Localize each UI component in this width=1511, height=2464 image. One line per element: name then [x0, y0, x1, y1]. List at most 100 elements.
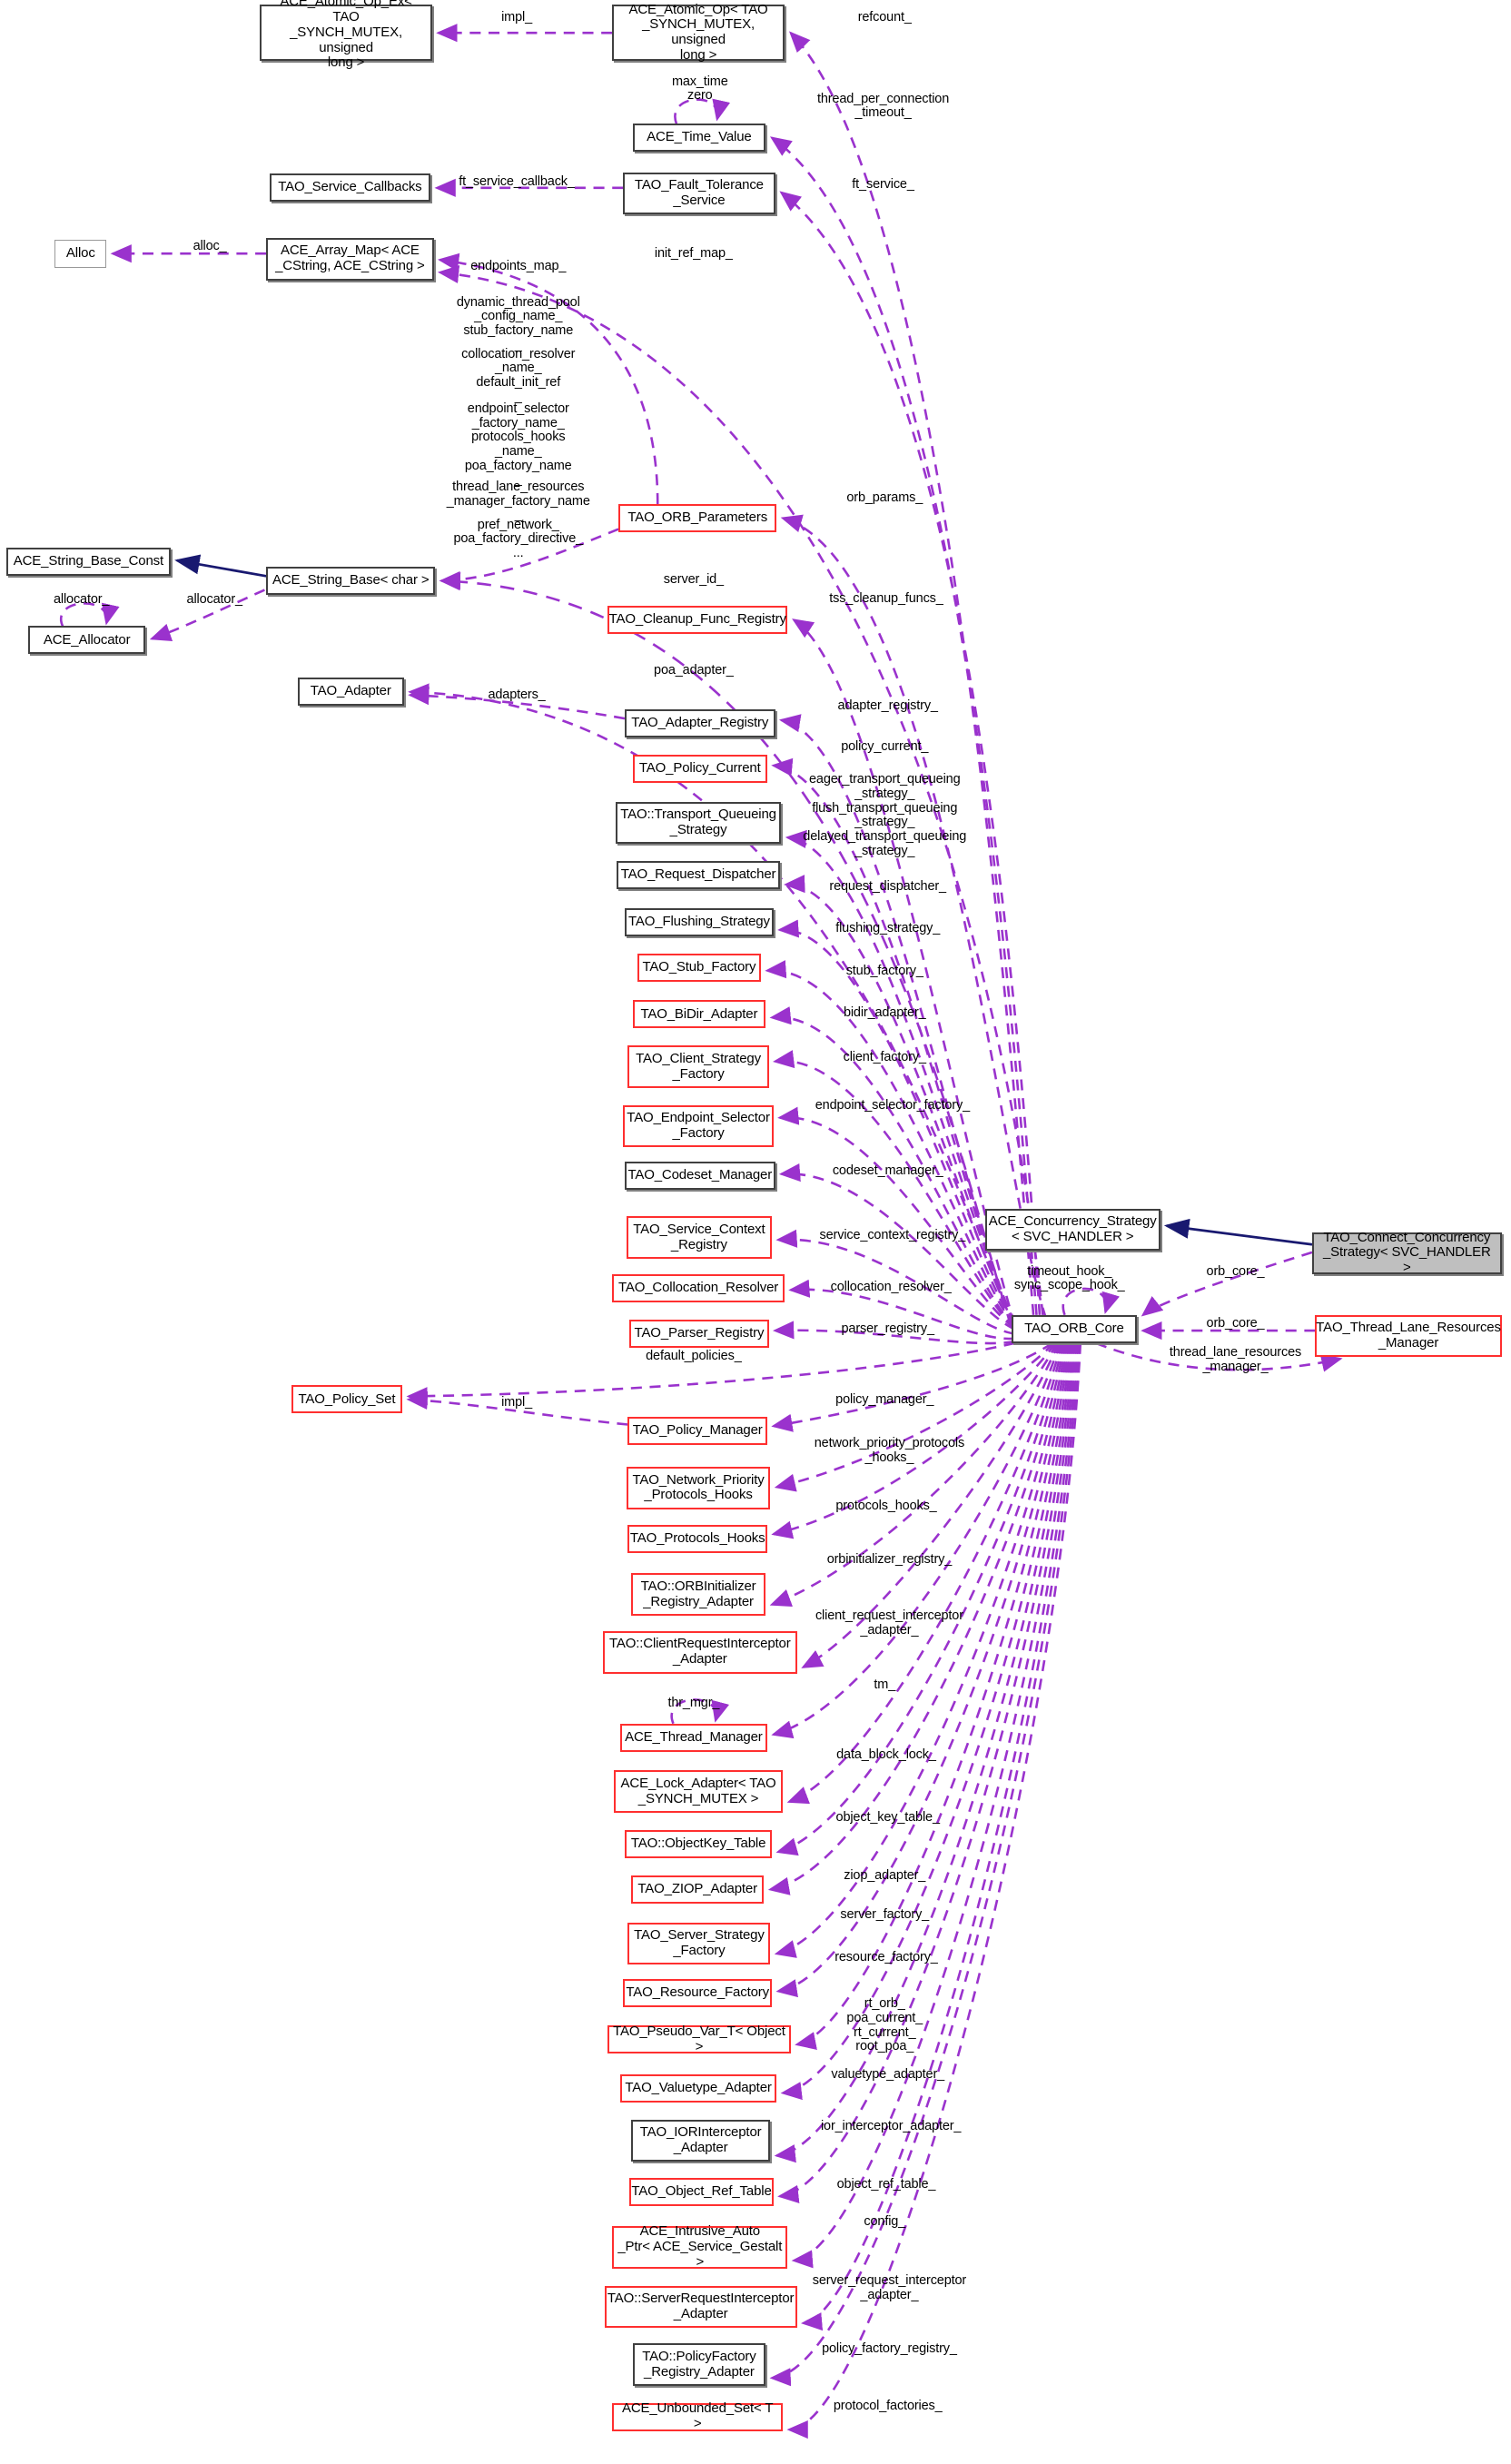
edge-label: pref_network_ poa_factory_directive_ ...: [453, 517, 584, 560]
edge-label: alloc_: [193, 238, 227, 253]
class-node[interactable]: ACE_Time_Value: [632, 124, 766, 153]
edge-label: eager_transport_queueing _strategy_ flus…: [803, 772, 967, 858]
class-node[interactable]: Alloc: [54, 239, 107, 268]
class-node[interactable]: TAO_Endpoint_Selector _Factory: [623, 1104, 774, 1148]
class-node[interactable]: ACE_String_Base< char >: [266, 566, 436, 595]
class-node[interactable]: TAO_Codeset_Manager: [625, 1161, 775, 1190]
edge-label: refcount_: [857, 10, 912, 25]
edge-label: ft_service_: [852, 177, 914, 193]
class-node[interactable]: TAO_Flushing_Strategy: [625, 907, 774, 936]
edge-label: max_time zero: [671, 74, 728, 104]
edge-label: tss_cleanup_funcs_: [829, 590, 943, 606]
class-node[interactable]: TAO_Fault_Tolerance _Service: [623, 172, 775, 215]
class-node[interactable]: TAO_ORB_Core: [1011, 1314, 1137, 1343]
edge-label: policy_factory_registry_: [822, 2340, 957, 2356]
class-node[interactable]: ACE_Intrusive_Auto _Ptr< ACE_Service_Ges…: [612, 2223, 788, 2269]
edge-label: thread_lane_resources _manager_: [1169, 1345, 1302, 1374]
edge-label: protocols_hooks_: [835, 1499, 937, 1514]
edge-label: ior_interceptor_adapter_: [820, 2118, 962, 2133]
class-node[interactable]: TAO_Object_Ref_Table: [629, 2177, 774, 2206]
edge-label: impl_: [501, 10, 532, 25]
edge-label: timeout_hook_ sync_scope_hook_: [1013, 1263, 1125, 1293]
class-node[interactable]: ACE_String_Base_Const: [5, 548, 171, 577]
class-node[interactable]: TAO_Policy_Manager: [627, 1416, 767, 1445]
edge-label: endpoints_map_: [470, 259, 567, 274]
edge-label: policy_current_: [841, 739, 929, 755]
edge-label: init_ref_map_: [654, 246, 733, 262]
edge-label: ziop_adapter_: [844, 1868, 926, 1884]
class-node[interactable]: TAO::ObjectKey_Table: [625, 1829, 773, 1858]
class-node[interactable]: TAO_ORB_Parameters: [618, 504, 777, 533]
class-node[interactable]: TAO_Adapter: [297, 678, 404, 707]
edge-label: allocator_: [186, 592, 243, 608]
class-node[interactable]: TAO::ClientRequestInterceptor _Adapter: [602, 1631, 797, 1674]
class-node[interactable]: TAO_ZIOP_Adapter: [630, 1875, 765, 1904]
edge-label: dynamic_thread_pool _config_name_ stub_f…: [456, 294, 580, 352]
edge-label: allocator_: [53, 592, 110, 608]
edge-label: default_policies_: [646, 1348, 742, 1363]
edge-label: codeset_manager_: [832, 1163, 943, 1179]
edge-label: thread_per_connection _timeout_: [816, 91, 950, 121]
class-node[interactable]: TAO_Adapter_Registry: [625, 708, 775, 737]
edge-label: valuetype_adapter_: [831, 2066, 945, 2082]
edge-label: endpoint_selector _factory_name_ protoco…: [464, 401, 572, 488]
class-node[interactable]: TAO_Valuetype_Adapter: [619, 2073, 777, 2103]
class-node[interactable]: TAO_IORInterceptor _Adapter: [630, 2119, 771, 2162]
edge-label: ft_service_callback_: [459, 174, 575, 190]
edge-label: orb_params_: [846, 490, 923, 506]
edge-label: object_key_table_: [835, 1810, 940, 1826]
edge-label: server_request_interceptor _adapter_: [812, 2273, 967, 2303]
edge-label: protocol_factories_: [833, 2399, 943, 2414]
class-node[interactable]: TAO_Request_Dispatcher: [617, 860, 780, 889]
class-node[interactable]: ACE_Concurrency_Strategy < SVC_HANDLER >: [984, 1208, 1160, 1252]
class-node[interactable]: TAO_Policy_Current: [632, 754, 767, 783]
class-node[interactable]: TAO::ORBInitializer _Registry_Adapter: [630, 1573, 766, 1616]
edge-label: parser_registry_: [841, 1321, 935, 1337]
edge-label: network_priority_protocols _hooks_: [814, 1436, 965, 1465]
class-node[interactable]: TAO_BiDir_Adapter: [632, 1000, 766, 1029]
class-node[interactable]: ACE_Atomic_Op_Ex< TAO _SYNCH_MUTEX, unsi…: [260, 0, 432, 70]
class-node[interactable]: TAO_Stub_Factory: [637, 953, 762, 982]
class-node[interactable]: TAO_Network_Priority _Protocols_Hooks: [626, 1467, 771, 1509]
class-node[interactable]: TAO_Protocols_Hooks: [627, 1524, 767, 1553]
class-node[interactable]: TAO_Connect_Concurrency _Strategy< SVC_H…: [1312, 1230, 1502, 1275]
class-node[interactable]: TAO_Server_Strategy _Factory: [627, 1922, 771, 1965]
class-node[interactable]: TAO_Pseudo_Var_T< Object >: [607, 2024, 791, 2054]
edge-label: request_dispatcher_: [829, 878, 946, 894]
edge-label: policy_manager_: [835, 1392, 934, 1408]
edge-label: adapters_: [488, 688, 546, 703]
edge-label: client_request_interceptor _adapter_: [815, 1608, 963, 1638]
edge-label: collocation_resolver _name_ default_init…: [461, 346, 576, 404]
class-node[interactable]: ACE_Thread_Manager: [619, 1723, 767, 1752]
class-node[interactable]: TAO_Resource_Factory: [623, 1978, 773, 2007]
edge-label: client_factory_: [843, 1049, 926, 1064]
class-node[interactable]: TAO::Transport_Queueing _Strategy: [615, 801, 782, 845]
class-node[interactable]: TAO::ServerRequestInterceptor _Adapter: [604, 2285, 797, 2329]
edge-label: orb_core_: [1206, 1263, 1265, 1279]
class-node[interactable]: ACE_Allocator: [28, 626, 146, 655]
edge-label: impl_: [501, 1395, 532, 1410]
edge-label: config_: [864, 2213, 906, 2229]
edge-label: collocation_resolver_: [830, 1279, 952, 1294]
class-node[interactable]: ACE_Atomic_Op< TAO _SYNCH_MUTEX, unsigne…: [612, 2, 785, 63]
class-node[interactable]: ACE_Array_Map< ACE _CString, ACE_CString…: [266, 237, 434, 281]
edge-label: flushing_strategy_: [835, 921, 941, 936]
class-node[interactable]: TAO_Policy_Set: [291, 1385, 403, 1414]
class-node[interactable]: TAO_Client_Strategy _Factory: [627, 1045, 769, 1088]
edge-label: orbinitializer_registry_: [826, 1551, 953, 1567]
class-node[interactable]: TAO_Cleanup_Func_Registry: [607, 606, 788, 635]
class-node[interactable]: TAO_Thread_Lane_Resources _Manager: [1315, 1314, 1502, 1358]
class-node[interactable]: TAO_Service_Callbacks: [269, 173, 431, 203]
class-node[interactable]: ACE_Lock_Adapter< TAO _SYNCH_MUTEX >: [613, 1770, 784, 1813]
edge-label: object_ref_table_: [836, 2176, 936, 2192]
edge-label: resource_factory_: [835, 1949, 938, 1964]
class-node[interactable]: TAO_Service_Context _Registry: [626, 1216, 773, 1259]
class-node[interactable]: TAO_Collocation_Resolver: [612, 1274, 785, 1303]
edge-label: poa_adapter_: [654, 662, 734, 678]
edge-label: server_id_: [663, 571, 724, 587]
class-node[interactable]: TAO::PolicyFactory _Registry_Adapter: [632, 2343, 766, 2386]
edge-label: bidir_adapter_: [843, 1005, 926, 1021]
edge-label: rt_orb_ poa_current_ rt_current_ root_po…: [846, 1996, 923, 2054]
class-node[interactable]: TAO_Parser_Registry: [629, 1320, 769, 1349]
class-node[interactable]: ACE_Unbounded_Set< T >: [612, 2401, 784, 2431]
